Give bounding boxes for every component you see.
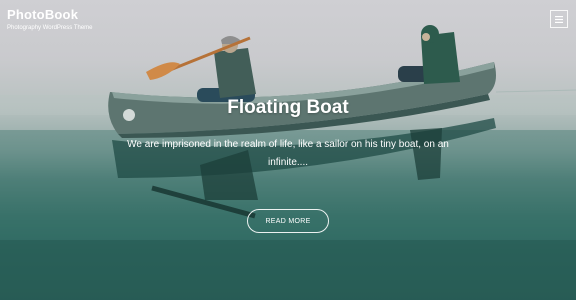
menu-toggle-button[interactable] xyxy=(550,10,568,28)
read-more-button[interactable]: READ MORE xyxy=(247,209,329,233)
site-title[interactable]: PhotoBook xyxy=(7,8,93,22)
slide-caption: Floating Boat We are imprisoned in the r… xyxy=(0,96,576,172)
hamburger-menu-icon xyxy=(555,15,563,23)
site-branding: PhotoBook Photography WordPress Theme xyxy=(7,8,93,32)
post-title[interactable]: Floating Boat xyxy=(0,96,576,120)
site-header: PhotoBook Photography WordPress Theme xyxy=(0,0,576,40)
post-excerpt: We are imprisoned in the realm of life, … xyxy=(127,139,449,168)
hero-slider: PhotoBook Photography WordPress Theme Fl… xyxy=(0,0,576,300)
site-tagline: Photography WordPress Theme xyxy=(7,25,93,31)
